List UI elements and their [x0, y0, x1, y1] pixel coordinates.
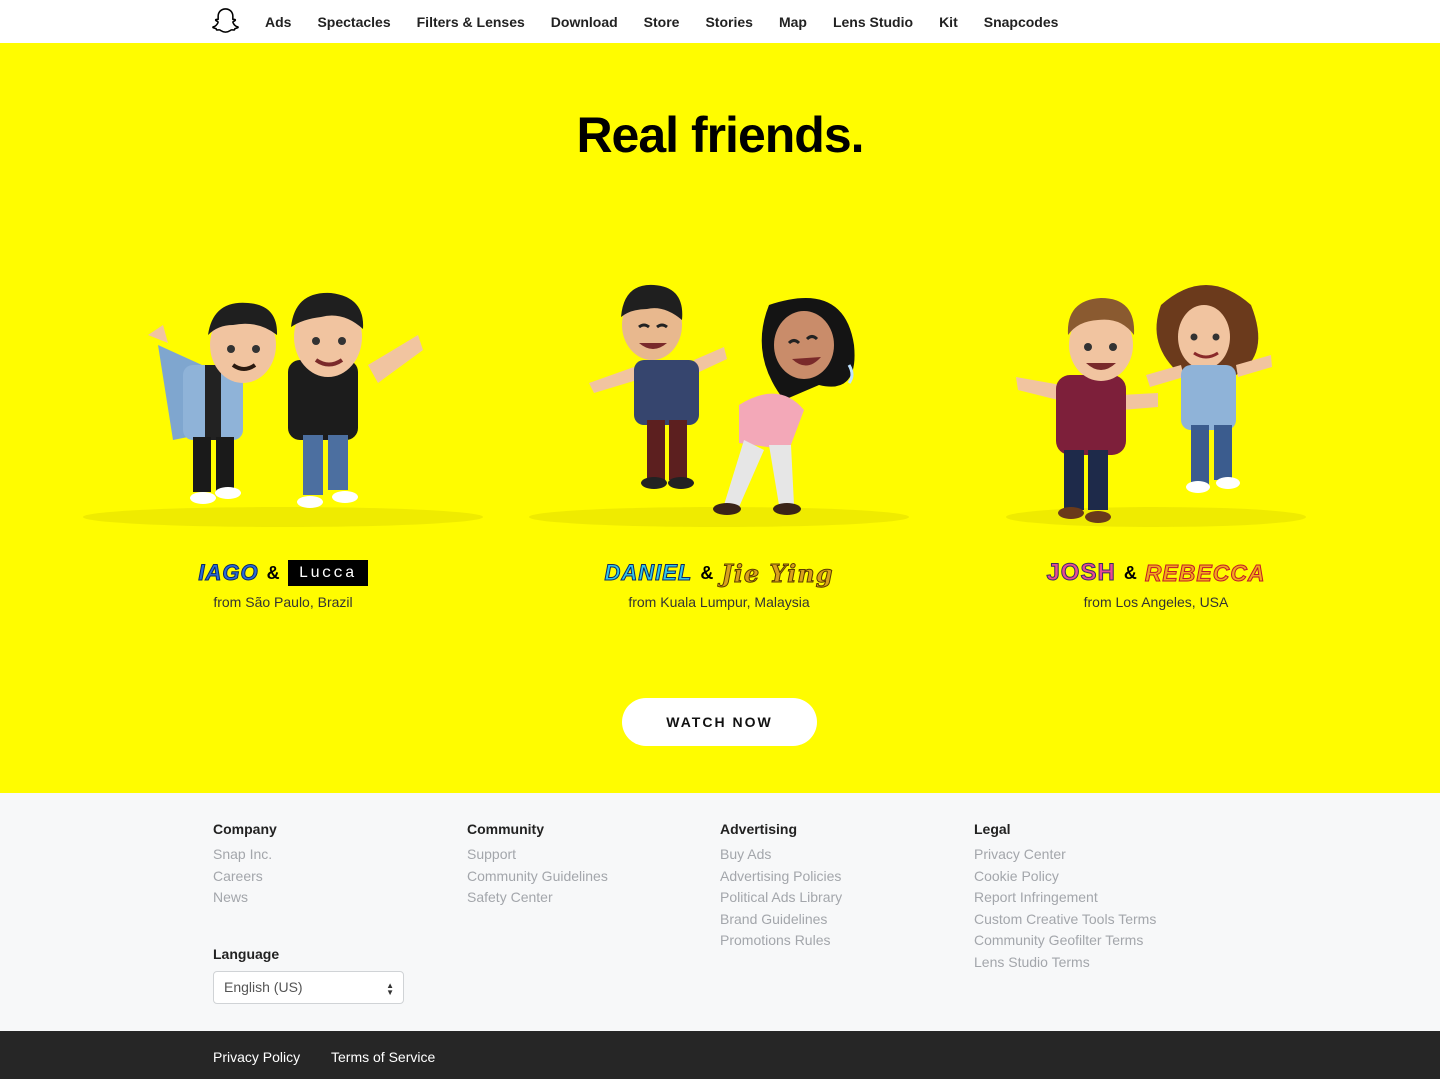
friend-origin: from Kuala Lumpur, Malaysia [628, 594, 810, 610]
select-arrows-icon: ▲ ▼ [386, 981, 394, 997]
footer-link-cookie-policy[interactable]: Cookie Policy [974, 866, 1156, 888]
friend-pair-iago-lucca: IAGO & Lucca from São Paulo, Brazil [63, 265, 503, 610]
footer-link-advertising-policies[interactable]: Advertising Policies [720, 866, 842, 888]
footer-link-privacy-center[interactable]: Privacy Center [974, 844, 1156, 866]
nav-link-spectacles[interactable]: Spectacles [317, 14, 390, 30]
footer-column-community: Community Support Community Guidelines S… [467, 821, 608, 909]
bitmoji-daniel-jie-ying-illustration [529, 284, 909, 527]
friend-names: IAGO & Lucca [63, 556, 503, 590]
footer-column-title: Company [213, 821, 277, 837]
friend-pair-daniel-jie-ying: DANIEL & Jie Ying from Kuala Lumpur, Mal… [499, 265, 939, 610]
hero-section: Real friends. IAGO & Lucca from São Paul… [0, 43, 1440, 793]
nav-link-map[interactable]: Map [779, 14, 807, 30]
nav-link-store[interactable]: Store [644, 14, 680, 30]
language-selected-value: English (US) [224, 979, 303, 995]
friend-ampersand: & [700, 562, 714, 583]
friend-names: DANIEL & Jie Ying [499, 556, 939, 590]
footer-column-title: Community [467, 821, 544, 837]
friend-name-2: REBECCA [1144, 559, 1266, 586]
nav-link-kit[interactable]: Kit [939, 14, 958, 30]
friend-ampersand: & [266, 562, 280, 583]
footer-link-community-geofilter-terms[interactable]: Community Geofilter Terms [974, 930, 1156, 952]
nav-links: Ads Spectacles Filters & Lenses Download… [265, 0, 1084, 43]
friend-pair-josh-rebecca: JOSH & REBECCA from Los Angeles, USA [936, 265, 1376, 610]
friend-name-1: IAGO [198, 560, 259, 586]
footer-link-careers[interactable]: Careers [213, 866, 277, 888]
friend-name-1: DANIEL [604, 560, 693, 586]
bottom-bar: Privacy Policy Terms of Service [0, 1031, 1440, 1079]
top-nav: Ads Spectacles Filters & Lenses Download… [0, 0, 1440, 43]
bitmoji-josh-rebecca-illustration [1006, 285, 1306, 527]
nav-link-download[interactable]: Download [551, 14, 618, 30]
footer-link-political-ads-library[interactable]: Political Ads Library [720, 887, 842, 909]
language-select[interactable]: English (US) ▲ ▼ [213, 971, 404, 1004]
nav-link-stories[interactable]: Stories [705, 14, 752, 30]
friend-name-1: JOSH [1046, 559, 1116, 587]
footer-link-lens-studio-terms[interactable]: Lens Studio Terms [974, 952, 1156, 974]
footer-link-brand-guidelines[interactable]: Brand Guidelines [720, 909, 842, 931]
footer-link-community-guidelines[interactable]: Community Guidelines [467, 866, 608, 888]
friend-origin: from Los Angeles, USA [1083, 594, 1229, 610]
footer-column-company: Company Snap Inc. Careers News [213, 821, 277, 909]
site-footer: Company Snap Inc. Careers News Community… [0, 793, 1440, 1031]
footer-link-support[interactable]: Support [467, 844, 608, 866]
footer-link-buy-ads[interactable]: Buy Ads [720, 844, 842, 866]
bitmoji-iago-lucca-illustration [83, 292, 483, 527]
friend-names: JOSH & REBECCA [936, 556, 1376, 590]
friend-name-2: Jie Ying [721, 558, 834, 588]
footer-link-news[interactable]: News [213, 887, 277, 909]
footer-link-custom-creative-tools-terms[interactable]: Custom Creative Tools Terms [974, 909, 1156, 931]
footer-column-title: Advertising [720, 821, 798, 837]
footer-column-title: Legal [974, 821, 1011, 837]
footer-link-snap-inc[interactable]: Snap Inc. [213, 844, 277, 866]
snapchat-ghost-icon[interactable] [211, 7, 240, 36]
footer-link-safety-center[interactable]: Safety Center [467, 887, 608, 909]
footer-link-report-infringement[interactable]: Report Infringement [974, 887, 1156, 909]
footer-link-promotions-rules[interactable]: Promotions Rules [720, 930, 842, 952]
nav-link-lens-studio[interactable]: Lens Studio [833, 14, 913, 30]
friend-ampersand: & [1123, 562, 1137, 583]
language-title: Language [213, 946, 280, 962]
nav-link-ads[interactable]: Ads [265, 14, 291, 30]
nav-link-filters-lenses[interactable]: Filters & Lenses [417, 14, 525, 30]
privacy-policy-link[interactable]: Privacy Policy [213, 1049, 300, 1065]
footer-column-legal: Legal Privacy Center Cookie Policy Repor… [974, 821, 1156, 974]
terms-of-service-link[interactable]: Terms of Service [331, 1049, 435, 1065]
footer-column-advertising: Advertising Buy Ads Advertising Policies… [720, 821, 842, 952]
nav-link-snapcodes[interactable]: Snapcodes [984, 14, 1059, 30]
friend-name-2: Lucca [287, 560, 368, 586]
friend-origin: from São Paulo, Brazil [213, 594, 353, 610]
hero-title: Real friends. [576, 107, 864, 163]
watch-now-button[interactable]: WATCH NOW [622, 698, 817, 746]
language-section: Language English (US) ▲ ▼ [213, 946, 404, 1004]
